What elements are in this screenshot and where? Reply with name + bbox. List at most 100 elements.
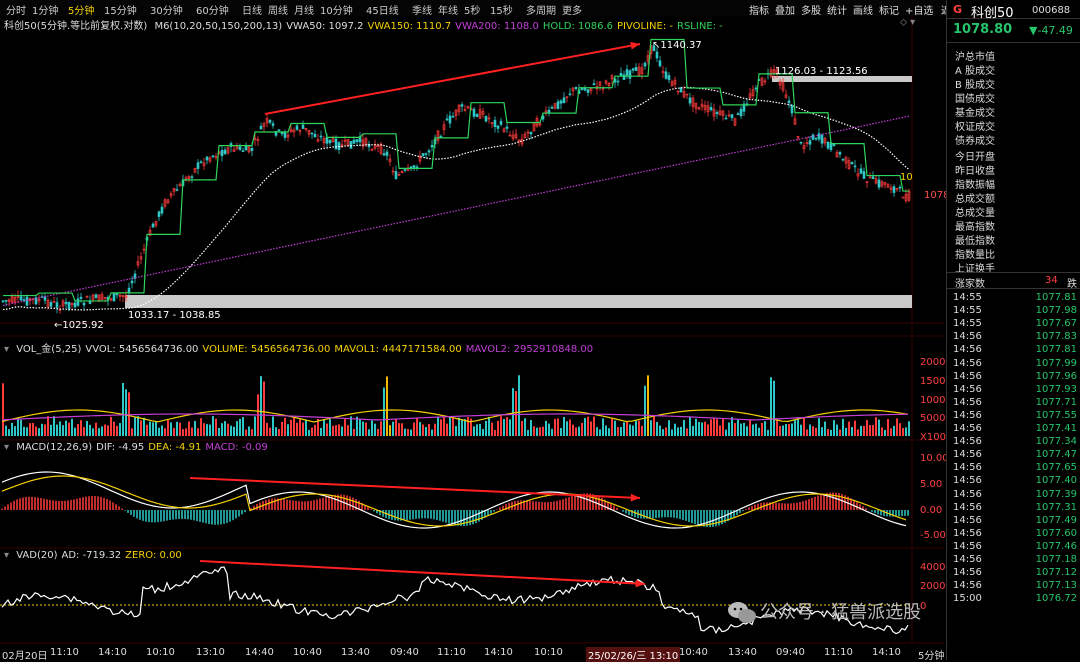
tick-time: 14:56 (953, 540, 982, 552)
side-menu-item[interactable]: 最低指数 (955, 232, 995, 247)
macd-menu-icon[interactable]: ▾ (4, 442, 12, 453)
side-menu-item[interactable]: 债券成交 (955, 132, 995, 147)
volume-bar (416, 417, 418, 436)
side-menu-item[interactable]: 国债成交 (955, 90, 995, 105)
candle-body (175, 189, 179, 191)
vol-menu-icon[interactable]: ▾ (4, 344, 12, 355)
tool-6[interactable]: +自选 (905, 2, 933, 17)
candle-body (790, 105, 794, 114)
tool-4[interactable]: 画线 (853, 2, 873, 17)
volume-bar (830, 429, 832, 436)
volume-bar (578, 426, 580, 436)
volume-bar (20, 419, 22, 436)
volume-bar (362, 421, 364, 436)
side-menu-item[interactable]: 总成交额 (955, 190, 995, 205)
period-10[interactable]: 45日线 (366, 2, 399, 17)
current-price: 1078.80 (953, 22, 1013, 37)
period-5[interactable]: 60分钟 (196, 2, 229, 17)
volume-bar (371, 420, 373, 436)
period-7[interactable]: 周线 (268, 2, 288, 17)
quote-side-panel: G 科创50 000688 1078.80 ▼-47.49 沪总市值 A 股成交 B… (946, 0, 1080, 660)
candle-body (115, 293, 119, 296)
volume-bar (503, 419, 505, 436)
period-9[interactable]: 10分钟 (320, 2, 353, 17)
period-15[interactable]: 多周期 (526, 2, 556, 17)
tool-5[interactable]: 标记 (879, 2, 899, 17)
tool-0[interactable]: 指标 (749, 2, 769, 17)
candle-body (472, 108, 476, 117)
tool-3[interactable]: 统计 (827, 2, 847, 17)
kline-chart[interactable] (0, 16, 945, 660)
candle-body (421, 153, 425, 157)
time-label: 10:40 (293, 647, 322, 658)
volume-bar (311, 427, 313, 436)
period-0[interactable]: 分时 (6, 2, 26, 17)
period-3[interactable]: 15分钟 (104, 2, 137, 17)
tick-row: 14:56 1077.60 (947, 528, 1080, 540)
volume-bar (26, 427, 28, 436)
tick-price: 1077.60 (1035, 527, 1077, 539)
tick-price: 1077.71 (1035, 396, 1077, 408)
volume-bar (449, 416, 451, 436)
period-16[interactable]: 更多 (562, 2, 582, 17)
side-menu-item[interactable]: 最高指数 (955, 218, 995, 233)
volume-bar (728, 422, 730, 436)
volume-bar (557, 418, 559, 436)
volume-bar (806, 429, 808, 436)
volume-bar (683, 420, 685, 436)
candle-body (559, 100, 563, 104)
volume-bar (407, 428, 409, 436)
tool-1[interactable]: 叠加 (775, 2, 795, 17)
volume-bar (560, 427, 562, 436)
volume-bar (632, 425, 634, 436)
volume-bar (161, 425, 163, 436)
volume-bar (398, 423, 400, 436)
volume-bar (95, 422, 97, 436)
period-1[interactable]: 1分钟 (32, 2, 58, 17)
candle-body (736, 113, 740, 115)
vad-menu-icon[interactable]: ▾ (4, 550, 12, 561)
volume-bar (260, 376, 262, 436)
tick-time: 14:56 (953, 554, 982, 565)
volume-bar (437, 416, 439, 436)
candle-body (283, 132, 287, 138)
side-menu-item[interactable]: 权证成交 (955, 118, 995, 133)
candle-body (550, 107, 554, 109)
side-menu-item[interactable]: 基金成交 (955, 104, 995, 119)
side-menu-item[interactable]: 今日开盘 (955, 148, 995, 163)
period-13[interactable]: 5秒 (464, 2, 480, 17)
period-6[interactable]: 日线 (242, 2, 262, 17)
period-8[interactable]: 月线 (294, 2, 314, 17)
candle-body (715, 112, 719, 115)
tick-price: 1077.49 (1035, 514, 1077, 526)
side-menu-item[interactable]: B 股成交 (955, 76, 995, 91)
stock-code: 000688 (1032, 5, 1071, 16)
period-2[interactable]: 5分钟 (68, 2, 94, 17)
volume-bar (89, 424, 91, 436)
indicator-0: M6(10,20,50,150,200,13) (154, 21, 283, 32)
period-4[interactable]: 30分钟 (150, 2, 183, 17)
period-14[interactable]: 15秒 (490, 2, 513, 17)
period-12[interactable]: 年线 (438, 2, 458, 17)
volume-bar (467, 417, 469, 436)
side-menu-item[interactable]: 沪总市值 (955, 48, 995, 63)
ma-right-tag: 10 (900, 172, 913, 183)
side-menu-item[interactable]: A 股成交 (955, 62, 995, 77)
side-menu-item[interactable]: 指数振幅 (955, 176, 995, 191)
candle-body (799, 141, 803, 144)
volume-bar (698, 422, 700, 436)
volume-bar (731, 417, 733, 436)
volume-bar (674, 423, 676, 436)
side-menu-item[interactable]: 总成交量 (955, 204, 995, 219)
side-menu-item[interactable]: 昨日收盘 (955, 162, 995, 177)
volume-bar (281, 421, 283, 436)
axis-label: 4000 (920, 562, 946, 573)
volume-bar (536, 427, 538, 436)
chart-area[interactable]: 科创50(5分钟.等比前复权.对数) M6(10,20,50,150,200,1… (0, 16, 956, 662)
panel-settings-icon[interactable]: ⬦ ▾ (900, 17, 915, 28)
candle-body (403, 169, 407, 171)
tool-2[interactable]: 多股 (801, 2, 821, 17)
volume-bar (515, 391, 517, 436)
side-menu-item[interactable]: 指数量比 (955, 246, 995, 261)
period-11[interactable]: 季线 (412, 2, 432, 17)
